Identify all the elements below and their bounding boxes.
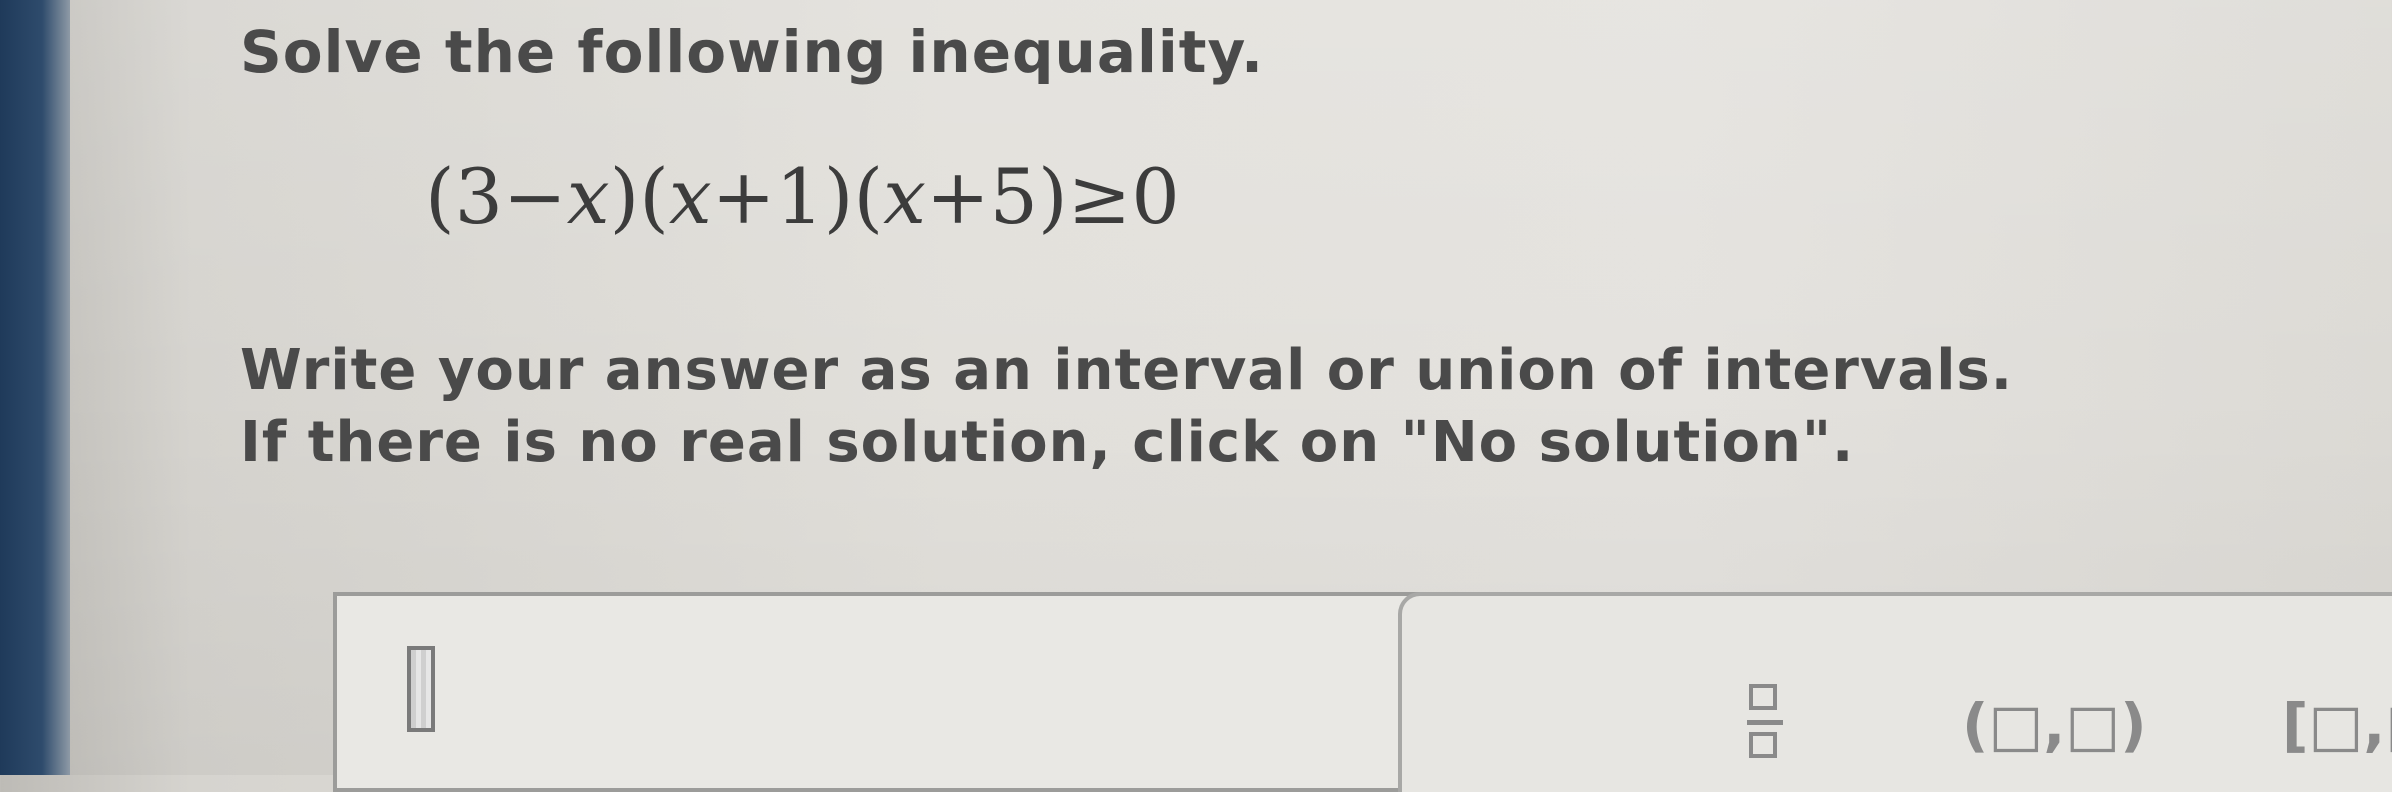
eq-part2-var: x xyxy=(668,152,712,241)
eq-relation: ≥ xyxy=(1067,152,1132,241)
fraction-icon xyxy=(1749,684,1777,710)
directions-line-1: Write your answer as an interval or unio… xyxy=(240,338,2014,403)
screen-left-edge xyxy=(0,0,70,775)
eq-rhs: 0 xyxy=(1131,152,1180,241)
answer-input[interactable] xyxy=(333,592,1518,792)
eq-part1-open: (3 xyxy=(425,152,504,241)
eq-part3-var: x xyxy=(883,152,926,241)
eq-part3-rest: +5) xyxy=(925,152,1068,241)
inequality-expression: (3−x)(x+1)(x+5)≥0 xyxy=(425,152,1180,241)
eq-part2-rest: +1)( xyxy=(711,152,884,241)
fraction-button[interactable] xyxy=(1747,684,1783,774)
cursor-box-icon xyxy=(407,646,435,732)
answer-directions: Write your answer as an interval or unio… xyxy=(240,335,2013,479)
math-toolbar: (□,□) [□,□ xyxy=(1398,592,2392,792)
closed-interval-button[interactable]: [□,□ xyxy=(2282,691,2392,759)
fraction-denominator-box xyxy=(1749,732,1777,758)
fraction-bar xyxy=(1747,720,1783,725)
eq-part1-var: x xyxy=(566,152,610,241)
open-interval-button[interactable]: (□,□) xyxy=(1962,691,2147,759)
eq-part1-close: )( xyxy=(609,152,669,241)
problem-instruction: Solve the following inequality. xyxy=(240,18,1264,86)
directions-line-2: If there is no real solution, click on "… xyxy=(240,410,1855,475)
eq-part1-minus: − xyxy=(503,152,567,241)
